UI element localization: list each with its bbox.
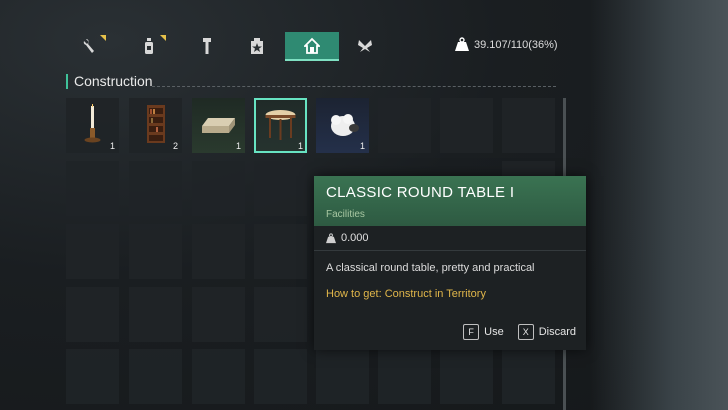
inventory-slot[interactable]: 1: [66, 98, 119, 153]
tooltip-header: CLASSIC ROUND TABLE I Facilities: [314, 176, 586, 226]
round-table-icon: [265, 110, 296, 140]
inventory-slot-empty[interactable]: [254, 224, 307, 279]
inventory-slot-empty[interactable]: [192, 161, 245, 216]
weight-text: 39.107/110(36%): [474, 38, 558, 51]
inventory-slot[interactable]: 1: [316, 98, 369, 153]
tab-construction[interactable]: [285, 32, 339, 61]
weight-icon: [455, 37, 469, 51]
inventory-slot-empty[interactable]: [66, 349, 119, 404]
bolt-icon: [203, 37, 211, 54]
item-quantity: 1: [359, 141, 365, 151]
inventory-slot-empty[interactable]: [66, 287, 119, 342]
inventory-slot-empty[interactable]: [316, 349, 369, 404]
item-category: Facilities: [326, 209, 365, 220]
tab-consumables[interactable]: [124, 32, 174, 59]
house-icon: [304, 37, 320, 54]
inventory-slot-empty[interactable]: [129, 161, 182, 216]
section-divider: [152, 86, 556, 87]
inventory-slot-empty[interactable]: [192, 349, 245, 404]
discard-key: X: [517, 324, 534, 340]
item-quantity: 2: [172, 141, 178, 151]
item-quantity: 1: [109, 141, 115, 151]
use-label: Use: [484, 326, 504, 338]
inventory-slot-empty[interactable]: [66, 224, 119, 279]
weight-icon: [326, 232, 336, 243]
inventory-slot-empty[interactable]: [129, 287, 182, 342]
item-tooltip: CLASSIC ROUND TABLE I Facilities 0.000 A…: [314, 176, 586, 350]
inventory-weight: 39.107/110(36%): [455, 37, 558, 52]
tab-tools[interactable]: [64, 32, 114, 59]
inventory-slot-empty[interactable]: [129, 349, 182, 404]
inventory-slot-empty[interactable]: [378, 98, 431, 153]
inventory-slot-empty[interactable]: [192, 287, 245, 342]
inventory-slot-empty[interactable]: [378, 349, 431, 404]
inventory-slot-empty[interactable]: [129, 224, 182, 279]
use-key: F: [463, 324, 480, 340]
discard-label: Discard: [538, 326, 576, 338]
item-quantity: 1: [297, 141, 303, 151]
item-weight-value: 0.000: [341, 232, 369, 244]
inventory-slot-empty[interactable]: [192, 224, 245, 279]
new-badge-icon: [160, 35, 166, 41]
inventory-slot-selected[interactable]: 1: [254, 98, 307, 153]
item-title: CLASSIC ROUND TABLE I: [326, 184, 515, 201]
inventory-slot[interactable]: 2: [129, 98, 182, 153]
tab-quests[interactable]: [232, 32, 282, 59]
inventory-slot-empty[interactable]: [502, 98, 555, 153]
tab-materials[interactable]: [182, 32, 232, 59]
bookshelf-icon: [147, 105, 165, 143]
inventory-slot-empty[interactable]: [254, 287, 307, 342]
inventory-slot-empty[interactable]: [502, 349, 555, 404]
item-how-to-get: How to get: Construct in Territory: [326, 288, 486, 300]
bottle-icon: [145, 37, 153, 54]
candlestick-icon: [84, 104, 101, 143]
inventory-slot-empty[interactable]: [440, 349, 493, 404]
tab-special[interactable]: [340, 32, 390, 59]
use-button[interactable]: F Use: [463, 324, 504, 340]
inventory-slot-empty[interactable]: [66, 161, 119, 216]
new-badge-icon: [100, 35, 106, 41]
discard-button[interactable]: X Discard: [517, 324, 576, 340]
item-quantity: 1: [235, 141, 241, 151]
item-weight: 0.000: [314, 226, 586, 251]
low-table-icon: [202, 118, 235, 133]
item-description: A classical round table, pretty and prac…: [326, 262, 535, 274]
inventory-slot-empty[interactable]: [254, 161, 307, 216]
background-haze: [590, 0, 728, 410]
inventory-slot-empty[interactable]: [254, 349, 307, 404]
inventory-slot-empty[interactable]: [440, 98, 493, 153]
tooltip-actions: F Use X Discard: [463, 324, 576, 340]
section-title: Construction: [66, 74, 153, 89]
sheep-icon: [331, 114, 359, 136]
inventory-slot[interactable]: 1: [192, 98, 245, 153]
butterfly-icon: [358, 39, 372, 52]
wrench-icon: [83, 38, 94, 53]
star-box-icon: [251, 37, 263, 54]
